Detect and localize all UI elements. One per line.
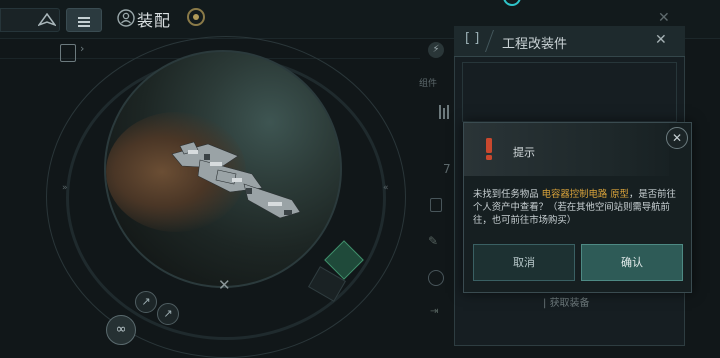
forward-icon[interactable]: ⇥	[430, 306, 438, 317]
engineering-panel-close-icon[interactable]: ✕	[655, 32, 667, 48]
dialog-message: 未找到任务物品 电容器控制电路 原型，是否前往个人资产中查看？（若在其他空间站则…	[473, 188, 685, 227]
dialog-title: 提示	[513, 146, 535, 159]
page-title: 装配	[137, 11, 172, 30]
chevron-left-icon: »	[62, 183, 68, 193]
chevron-right-icon: «	[383, 183, 389, 193]
module-icon[interactable]	[430, 198, 442, 212]
ship-model	[171, 141, 301, 219]
message-prefix: 未找到任务物品	[473, 189, 542, 200]
background-close-icon[interactable]: ✕	[658, 10, 670, 26]
flash-icon[interactable]: ⚡	[428, 42, 444, 58]
action-arrow-icon-2[interactable]: ↗	[157, 303, 179, 325]
gauge-icon	[437, 104, 451, 126]
ship-nav-icon[interactable]	[36, 12, 58, 31]
target-ring-icon[interactable]	[187, 8, 205, 26]
link-icon[interactable]: ∞	[106, 315, 136, 345]
circle-icon[interactable]	[428, 270, 444, 286]
pen-icon[interactable]: ✎	[428, 234, 438, 248]
item-name-link[interactable]: 电容器控制电路 原型	[542, 189, 629, 200]
action-arrow-icon[interactable]: ↗	[135, 291, 157, 313]
menu-icon	[78, 13, 90, 32]
get-equipment-label: 获取装备	[549, 298, 590, 309]
confirm-button[interactable]: 确认	[581, 244, 683, 281]
get-equipment-button[interactable]: | 获取装备	[543, 294, 590, 309]
warning-exclamation-icon	[486, 138, 492, 160]
dialog-close-icon[interactable]: ✕	[666, 127, 688, 149]
side-number: 7	[443, 162, 451, 176]
bracket-icon: [ ]	[465, 31, 480, 46]
engineering-slot-area	[462, 62, 677, 122]
document-icon[interactable]	[60, 42, 84, 62]
engineering-panel-title: 工程改装件	[502, 37, 568, 52]
side-label: 组件	[419, 79, 438, 89]
close-icon[interactable]: ✕	[218, 276, 231, 294]
cancel-button[interactable]: 取消	[473, 244, 575, 281]
fitting-person-icon	[117, 9, 135, 31]
